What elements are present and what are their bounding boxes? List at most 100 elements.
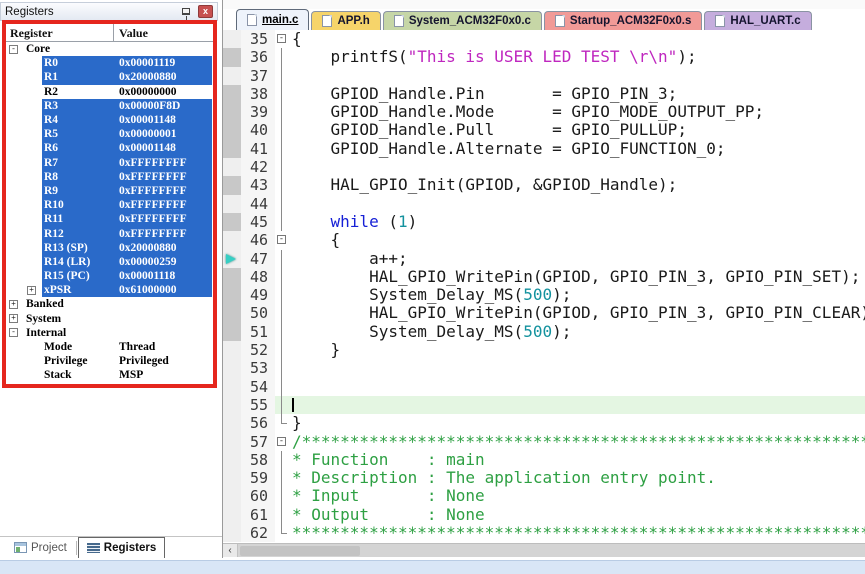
code-text[interactable] [288, 158, 865, 176]
code-text[interactable]: * Input : None [288, 487, 865, 505]
code-text[interactable]: HAL_GPIO_Init(GPIOD, &GPIOD_Handle); [288, 176, 865, 194]
breakpoint-gutter[interactable] [223, 176, 241, 194]
code-line[interactable]: 39 GPIOD_Handle.Mode = GPIO_MODE_OUTPUT_… [223, 103, 865, 121]
breakpoint-gutter[interactable] [223, 195, 241, 213]
code-line[interactable]: 47 a++; [223, 250, 865, 268]
breakpoint-gutter[interactable] [223, 414, 241, 432]
register-row[interactable]: ModeThread [6, 340, 213, 354]
breakpoint-gutter[interactable] [223, 469, 241, 487]
code-text[interactable]: /***************************************… [288, 433, 865, 451]
breakpoint-gutter[interactable] [223, 304, 241, 322]
code-text[interactable]: } [288, 341, 865, 359]
breakpoint-gutter[interactable] [223, 231, 241, 249]
code-text[interactable]: * Description : The application entry po… [288, 469, 865, 487]
code-text[interactable]: GPIOD_Handle.Pull = GPIO_PULLUP; [288, 121, 865, 139]
code-line[interactable]: 36 printfS("This is USER LED TEST \r\n")… [223, 48, 865, 66]
code-line[interactable]: 48 HAL_GPIO_WritePin(GPIOD, GPIO_PIN_3, … [223, 268, 865, 286]
code-text[interactable]: ****************************************… [288, 524, 865, 542]
register-row[interactable]: R80xFFFFFFFF [6, 170, 213, 184]
code-line[interactable]: 44 [223, 195, 865, 213]
register-row[interactable]: R10x20000880 [6, 70, 213, 84]
code-line[interactable]: 62**************************************… [223, 524, 865, 542]
register-row[interactable]: R40x00001148 [6, 113, 213, 127]
breakpoint-gutter[interactable] [223, 341, 241, 359]
code-text[interactable]: } [288, 414, 865, 432]
horizontal-scrollbar[interactable]: ‹ [223, 543, 865, 557]
register-row[interactable]: R60x00001148 [6, 141, 213, 155]
breakpoint-gutter[interactable] [223, 213, 241, 231]
register-row[interactable]: R13 (SP)0x20000880 [6, 241, 213, 255]
pin-icon[interactable] [182, 8, 190, 15]
register-row[interactable]: PrivilegePrivileged [6, 354, 213, 368]
code-line[interactable]: 49 System_Delay_MS(500); [223, 286, 865, 304]
register-row[interactable]: +Banked [6, 297, 213, 311]
code-text[interactable]: System_Delay_MS(500); [288, 286, 865, 304]
code-text[interactable]: printfS("This is USER LED TEST \r\n"); [288, 48, 865, 66]
code-text[interactable]: HAL_GPIO_WritePin(GPIOD, GPIO_PIN_3, GPI… [288, 268, 865, 286]
breakpoint-gutter[interactable] [223, 103, 241, 121]
code-line[interactable]: 42 [223, 158, 865, 176]
code-line[interactable]: 46- { [223, 231, 865, 249]
code-text[interactable] [288, 67, 865, 85]
code-text[interactable] [288, 195, 865, 213]
code-line[interactable]: 52 } [223, 341, 865, 359]
close-icon[interactable]: x [198, 5, 213, 18]
code-text[interactable]: while (1) [288, 213, 865, 231]
register-row[interactable]: R15 (PC)0x00001118 [6, 269, 213, 283]
code-line[interactable]: 57-/************************************… [223, 433, 865, 451]
breakpoint-gutter[interactable] [223, 524, 241, 542]
code-text[interactable]: HAL_GPIO_WritePin(GPIOD, GPIO_PIN_3, GPI… [288, 304, 865, 322]
file-tab-main.c[interactable]: main.c [236, 9, 309, 30]
code-text[interactable]: GPIOD_Handle.Pin = GPIO_PIN_3; [288, 85, 865, 103]
code-line[interactable]: 38 GPIOD_Handle.Pin = GPIO_PIN_3; [223, 85, 865, 103]
code-text[interactable]: a++; [288, 250, 865, 268]
register-row[interactable]: -Internal [6, 326, 213, 340]
breakpoint-gutter[interactable] [223, 140, 241, 158]
register-row[interactable]: R90xFFFFFFFF [6, 184, 213, 198]
fold-collapse-icon[interactable]: - [277, 34, 286, 43]
code-line[interactable]: 58* Function : main [223, 451, 865, 469]
register-row[interactable]: R20x00000000 [6, 85, 213, 99]
code-line[interactable]: 50 HAL_GPIO_WritePin(GPIOD, GPIO_PIN_3, … [223, 304, 865, 322]
breakpoint-gutter[interactable] [223, 158, 241, 176]
breakpoint-gutter[interactable] [223, 451, 241, 469]
breakpoint-gutter[interactable] [223, 506, 241, 524]
code-text[interactable]: System_Delay_MS(500); [288, 323, 865, 341]
breakpoint-gutter[interactable] [223, 268, 241, 286]
register-row[interactable]: R50x00000001 [6, 127, 213, 141]
code-line[interactable]: 37 [223, 67, 865, 85]
breakpoint-gutter[interactable] [223, 48, 241, 66]
register-row[interactable]: R110xFFFFFFFF [6, 212, 213, 226]
code-text[interactable]: * Output : None [288, 506, 865, 524]
register-row[interactable]: R00x00001119 [6, 56, 213, 70]
file-tab-HAL_UART.c[interactable]: HAL_UART.c [704, 11, 811, 30]
file-tab-System_ACM32F0x0.c[interactable]: System_ACM32F0x0.c [383, 11, 542, 30]
code-line[interactable]: 53 [223, 359, 865, 377]
breakpoint-gutter[interactable] [223, 85, 241, 103]
bottom-tab-project[interactable]: Project [6, 537, 75, 558]
code-line[interactable]: 56} [223, 414, 865, 432]
code-line[interactable]: 51 System_Delay_MS(500); [223, 323, 865, 341]
breakpoint-gutter[interactable] [223, 433, 241, 451]
breakpoint-gutter[interactable] [223, 359, 241, 377]
breakpoint-gutter[interactable] [223, 30, 241, 48]
code-area[interactable]: 35-{36 printfS("This is USER LED TEST \r… [223, 30, 865, 543]
code-line[interactable]: 54 [223, 378, 865, 396]
code-line[interactable]: 60* Input : None [223, 487, 865, 505]
register-row[interactable]: R100xFFFFFFFF [6, 198, 213, 212]
fold-margin[interactable]: - [275, 433, 288, 451]
scroll-left-icon[interactable]: ‹ [223, 544, 238, 557]
fold-margin[interactable]: - [275, 231, 288, 249]
register-row[interactable]: StackMSP [6, 368, 213, 382]
code-line[interactable]: 45 while (1) [223, 213, 865, 231]
code-text[interactable]: GPIOD_Handle.Mode = GPIO_MODE_OUTPUT_PP; [288, 103, 865, 121]
code-text[interactable]: { [288, 30, 865, 48]
code-line[interactable]: 40 GPIOD_Handle.Pull = GPIO_PULLUP; [223, 121, 865, 139]
register-row[interactable]: R14 (LR)0x00000259 [6, 255, 213, 269]
breakpoint-gutter[interactable] [223, 121, 241, 139]
breakpoint-gutter[interactable] [223, 286, 241, 304]
code-text[interactable]: * Function : main [288, 451, 865, 469]
register-row[interactable]: R30x00000F8D [6, 99, 213, 113]
code-line[interactable]: 43 HAL_GPIO_Init(GPIOD, &GPIOD_Handle); [223, 176, 865, 194]
file-tab-Startup_ACM32F0x0.s[interactable]: Startup_ACM32F0x0.s [544, 11, 702, 30]
